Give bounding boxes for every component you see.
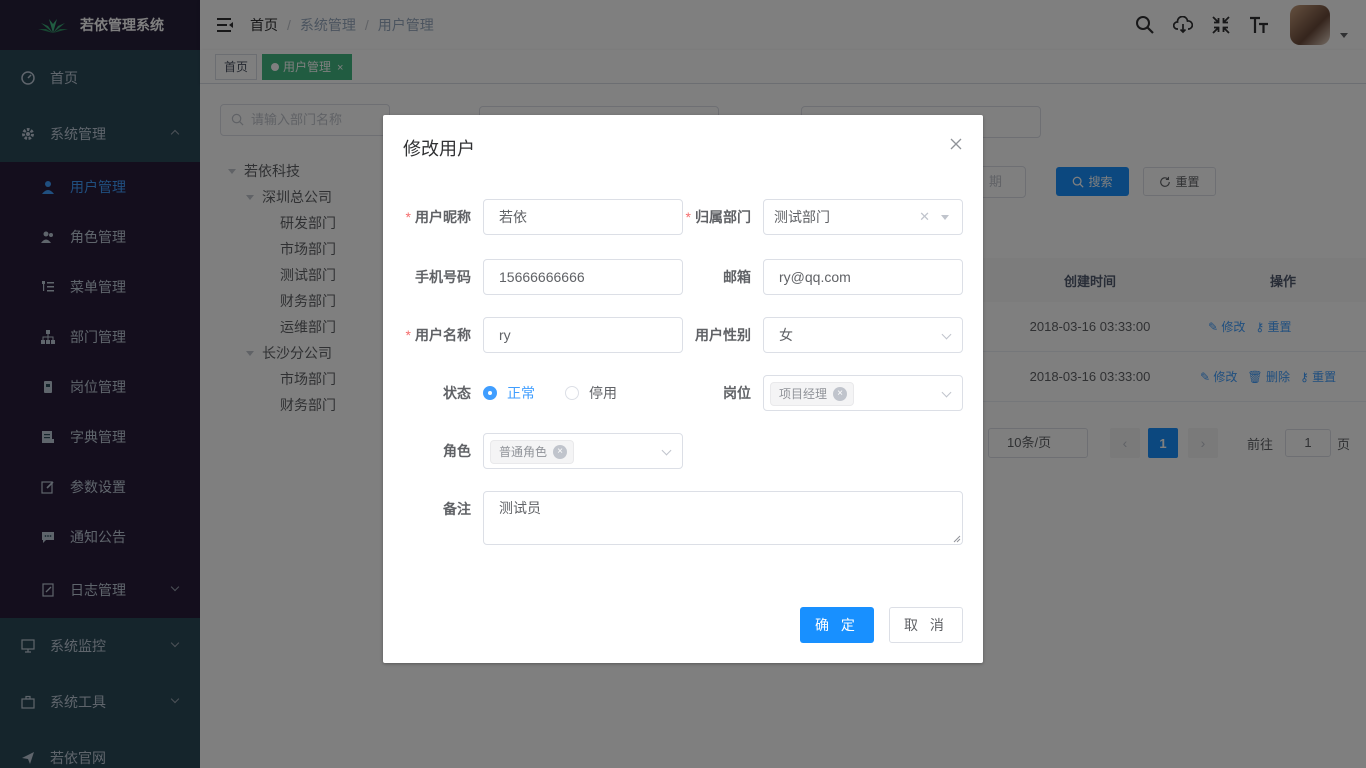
dept-value: 测试部门 xyxy=(774,209,830,225)
radio-checked-icon xyxy=(483,386,497,400)
user-name-label: * 用户名称 xyxy=(403,317,483,353)
clear-icon[interactable]: ✕ xyxy=(919,200,930,234)
user-name-input[interactable]: ry xyxy=(483,317,683,353)
remark-textarea[interactable]: 测试员 xyxy=(483,491,963,545)
email-label: 邮箱 xyxy=(723,269,751,285)
status-label: 状态 xyxy=(443,385,471,401)
role-tag: 普通角色 × xyxy=(490,440,575,464)
dept-treeselect[interactable]: 测试部门 ✕ xyxy=(763,199,963,235)
tag-close-icon[interactable]: × xyxy=(833,387,848,401)
chevron-down-icon xyxy=(661,445,672,456)
edit-user-dialog: 修改用户 * 用户昵称 若依 * 归属部门 测试部门 ✕ 手机号码 15666666… xyxy=(383,115,983,663)
chevron-down-icon xyxy=(941,387,952,398)
required-mark: * xyxy=(685,209,691,225)
sex-value: 女 xyxy=(779,327,793,343)
role-label: 角色 xyxy=(443,443,471,459)
close-icon[interactable] xyxy=(949,137,963,151)
radio-label: 正常 xyxy=(507,385,535,401)
remark-value: 测试员 xyxy=(499,500,541,516)
remark-label: 备注 xyxy=(443,501,471,517)
post-label: 岗位 xyxy=(723,385,751,401)
user-name-label-text: 用户名称 xyxy=(415,327,471,343)
tag-close-icon[interactable]: × xyxy=(553,445,568,459)
required-mark: * xyxy=(405,209,411,225)
phone-input[interactable]: 15666666666 xyxy=(483,259,683,295)
dept-label: * 归属部门 xyxy=(683,199,763,235)
resize-grip-icon[interactable] xyxy=(953,535,961,543)
cancel-button[interactable]: 取 消 xyxy=(889,607,963,643)
radio-unchecked-icon xyxy=(565,386,579,400)
nick-name-label: * 用户昵称 xyxy=(403,199,483,235)
role-select[interactable]: 普通角色 × xyxy=(483,433,683,469)
phone-label: 手机号码 xyxy=(415,269,471,285)
chevron-down-icon xyxy=(941,329,952,340)
post-select[interactable]: 项目经理 × xyxy=(763,375,963,411)
nick-name-label-text: 用户昵称 xyxy=(415,209,471,225)
confirm-button[interactable]: 确 定 xyxy=(800,607,874,643)
radio-label: 停用 xyxy=(589,385,617,401)
sex-select[interactable]: 女 xyxy=(763,317,963,353)
post-tag: 项目经理 × xyxy=(770,382,855,406)
sex-label: 用户性别 xyxy=(695,327,751,343)
post-tag-label: 项目经理 xyxy=(779,387,828,401)
email-field[interactable]: ry@qq.com xyxy=(763,259,963,295)
dept-label-text: 归属部门 xyxy=(695,209,751,225)
required-mark: * xyxy=(405,327,411,343)
status-radio-disabled[interactable]: 停用 xyxy=(565,375,617,411)
status-radio-normal[interactable]: 正常 xyxy=(483,375,535,411)
dialog-title: 修改用户 xyxy=(403,139,475,159)
role-tag-label: 普通角色 xyxy=(499,445,548,459)
nick-name-input[interactable]: 若依 xyxy=(483,199,683,235)
caret-down-icon xyxy=(941,215,949,220)
